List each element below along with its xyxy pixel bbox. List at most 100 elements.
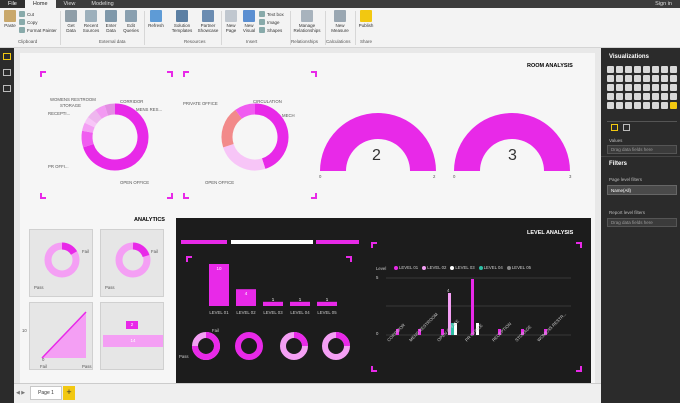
table-icon[interactable]	[607, 93, 614, 100]
area-chart-icon[interactable]	[670, 66, 677, 73]
custom-visual-icon[interactable]	[652, 102, 659, 109]
templates-icon	[176, 10, 188, 22]
100-column-icon[interactable]	[652, 66, 659, 73]
custom-visual-icon[interactable]	[625, 102, 632, 109]
solution-templates-button[interactable]: Solution Templates	[170, 10, 194, 33]
manage-relationships-button[interactable]: Manage Relationships	[292, 10, 322, 33]
values-drop-zone[interactable]: Drag data fields here	[607, 145, 677, 154]
relationships-view-icon[interactable]	[3, 85, 11, 92]
slicer-icon[interactable]	[670, 84, 677, 91]
group-insert: Insert	[246, 39, 258, 44]
stacked-bar-icon[interactable]	[607, 66, 614, 73]
publish-button[interactable]: Publish	[357, 10, 375, 28]
area-chart-card[interactable]: 10 0 Fail Pass	[22, 302, 93, 370]
visualizations-title: Visualizations	[609, 54, 649, 60]
tab-file[interactable]: File	[0, 0, 25, 8]
custom-visual-icon[interactable]	[652, 93, 659, 100]
custom-visual-icon[interactable]	[643, 102, 650, 109]
globe-icon[interactable]	[634, 93, 641, 100]
custom-visual-icon[interactable]	[661, 102, 668, 109]
custom-visual-icon[interactable]	[616, 102, 623, 109]
paste-button[interactable]: Paste	[3, 10, 17, 28]
donut-slice	[254, 103, 289, 169]
line-column-icon[interactable]	[616, 75, 623, 82]
ribbon-chart-icon[interactable]	[625, 75, 632, 82]
new-page-button[interactable]: New Page	[223, 10, 239, 33]
page-nav-arrows[interactable]: ◀ ▶	[16, 390, 25, 396]
pass-fail-donut	[115, 242, 151, 278]
page-tab[interactable]: Page 1	[30, 386, 62, 400]
scatter-icon[interactable]	[643, 75, 650, 82]
text-box-button[interactable]: Text box	[259, 11, 284, 17]
funnel-icon[interactable]	[625, 84, 632, 91]
custom-visual-icon[interactable]	[634, 102, 641, 109]
clustered-column-icon[interactable]	[634, 66, 641, 73]
kpi-icon[interactable]	[661, 84, 668, 91]
pass-fail-donut	[44, 242, 80, 278]
shapes-button[interactable]: Shapes	[259, 27, 282, 33]
data-label: 4	[447, 288, 450, 293]
pass-label: Pass	[34, 285, 44, 290]
custom-visual-icon[interactable]	[661, 93, 668, 100]
pie-icon[interactable]	[652, 75, 659, 82]
new-measure-button[interactable]: New Measure	[329, 10, 351, 33]
get-data-button[interactable]: Get Data	[63, 10, 79, 33]
format-paint-icon[interactable]	[623, 124, 630, 131]
new-visual-button[interactable]: New Visual	[241, 10, 257, 33]
multirow-card-icon[interactable]	[652, 84, 659, 91]
matrix-icon[interactable]	[616, 93, 623, 100]
clustered-bar-icon[interactable]	[625, 66, 632, 73]
custom-visual-icon[interactable]	[670, 93, 677, 100]
corner-mark	[167, 71, 173, 77]
pass-fail-card-2[interactable]: Fail Pass	[100, 229, 164, 297]
visualization-gallery	[607, 66, 677, 109]
new-page-icon	[225, 10, 237, 22]
report-view-icon[interactable]	[3, 53, 11, 60]
more-visuals-icon[interactable]	[670, 102, 677, 109]
cut-button[interactable]: Cut	[19, 11, 34, 17]
gauge-chart-1	[320, 113, 436, 171]
sign-in-link[interactable]: Sign in	[655, 1, 672, 7]
tab-home[interactable]: Home	[24, 0, 56, 8]
corner-mark	[311, 71, 317, 77]
gauge-value: 3	[508, 147, 517, 164]
line-chart-icon[interactable]	[661, 66, 668, 73]
map-icon[interactable]	[607, 84, 614, 91]
recent-sources-button[interactable]: Recent Sources	[82, 10, 100, 33]
edit-queries-button[interactable]: Edit Queries	[122, 10, 140, 33]
gauge-icon[interactable]	[634, 84, 641, 91]
copy-button[interactable]: Copy	[19, 19, 38, 25]
fail-label: Fail	[212, 328, 219, 333]
format-painter-button[interactable]: Format Painter	[19, 27, 57, 33]
group-relationships: Relationships	[291, 39, 319, 44]
custom-visual-icon[interactable]	[607, 102, 614, 109]
donut-icon[interactable]	[661, 75, 668, 82]
bars: 10LEVEL 014LEVEL 021LEVEL 031LEVEL 041LE…	[209, 264, 337, 315]
report-level-filters-label: Report level filters	[609, 210, 646, 215]
refresh-button[interactable]: Refresh	[147, 10, 165, 28]
add-page-button[interactable]: +	[63, 386, 75, 400]
r-visual-icon[interactable]	[625, 93, 632, 100]
card-icon[interactable]	[643, 84, 650, 91]
pass-fail-bar-card[interactable]: 2 14	[100, 302, 164, 370]
image-button[interactable]: Image	[259, 19, 280, 25]
custom-visual-icon[interactable]	[643, 93, 650, 100]
stacked-area-icon[interactable]	[607, 75, 614, 82]
data-view-icon[interactable]	[3, 69, 11, 76]
pass-fail-card-1[interactable]: Fail Pass	[29, 229, 93, 297]
corner-mark	[576, 366, 582, 372]
stacked-column-icon[interactable]	[616, 66, 623, 73]
partner-showcase-button[interactable]: Partner Showcase	[196, 10, 220, 33]
report-filters-drop-zone[interactable]: Drag data fields here	[607, 218, 677, 227]
name-filter[interactable]: Name(All)	[607, 185, 677, 195]
enter-data-button[interactable]: Enter Data	[103, 10, 119, 33]
donut-slices	[81, 103, 149, 171]
100-bar-icon[interactable]	[643, 66, 650, 73]
tab-view[interactable]: View	[56, 0, 84, 8]
treemap-icon[interactable]	[670, 75, 677, 82]
filled-map-icon[interactable]	[616, 84, 623, 91]
tab-modeling[interactable]: Modeling	[83, 0, 121, 8]
corner-mark	[40, 193, 46, 199]
fields-icon[interactable]	[611, 124, 618, 131]
waterfall-icon[interactable]	[634, 75, 641, 82]
